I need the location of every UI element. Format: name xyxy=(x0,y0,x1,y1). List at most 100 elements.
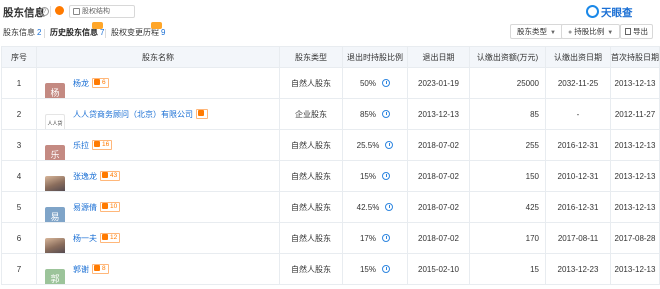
col-header-name: 股东名称 xyxy=(36,46,280,68)
related-count-badge[interactable]: 43 xyxy=(100,171,121,181)
related-count-badge[interactable]: 12 xyxy=(100,233,121,243)
table-row: 7 郭 郭谢 8 自然人股东 15% 2015-02-10 15 2013-12… xyxy=(1,253,660,285)
subscribe-date: 2017-08-11 xyxy=(545,222,611,254)
exit-ratio: 50% xyxy=(359,78,376,88)
shareholder-name-link[interactable]: 人人贷商务顾问（北京）有限公司 xyxy=(73,109,193,120)
clock-icon[interactable] xyxy=(382,171,390,180)
person-icon xyxy=(94,141,100,147)
col-header-exit-date: 退出日期 xyxy=(407,46,470,68)
shareholder-type: 自然人股东 xyxy=(279,253,343,285)
table-row: 2 人人贷 人人贷商务顾问（北京）有限公司 企业股东 85% 2013-12-1… xyxy=(1,98,660,130)
row-index: 3 xyxy=(1,129,37,161)
chevron-down-icon: ▼ xyxy=(607,30,614,36)
shareholder-cell: 杨 杨龙 6 xyxy=(36,67,280,99)
dropdown-label: 股东类型 xyxy=(517,27,547,36)
avatar: 易 xyxy=(45,206,65,222)
subscribed-amount: 255 xyxy=(469,129,546,161)
shareholder-name-link[interactable]: 杨龙 xyxy=(73,78,89,89)
person-icon xyxy=(94,79,100,85)
first-hold-date: 2013-12-13 xyxy=(610,160,660,192)
vip-tag-icon xyxy=(151,22,162,29)
tab-count: 9 xyxy=(161,28,166,37)
shareholder-name-link[interactable]: 杨一夫 xyxy=(73,233,97,244)
shareholder-cell: 杨一夫 12 xyxy=(36,222,280,254)
shareholder-name-wrap: 杨 杨龙 6 xyxy=(38,78,279,98)
exit-ratio-cell: 42.5% xyxy=(342,191,408,223)
related-count-badge[interactable]: 6 xyxy=(92,78,109,88)
first-hold-date: 2017-08-28 xyxy=(610,222,660,254)
export-button[interactable]: 导出 xyxy=(620,24,653,39)
table-row: 3 乐 乐拉 16 自然人股东 25.5% 2018-07-02 255 201… xyxy=(1,129,660,161)
col-header-index: 序号 xyxy=(1,46,37,68)
badge-count: 6 xyxy=(102,79,106,86)
shareholder-type-dropdown[interactable]: 股东类型 ▼ xyxy=(510,24,563,39)
first-hold-date: 2013-12-13 xyxy=(610,129,660,161)
clock-icon[interactable] xyxy=(385,202,394,211)
tab-equity-change-history[interactable]: 股权变更历程 9 xyxy=(111,22,166,38)
subscribe-date: 2016-12-31 xyxy=(545,129,611,161)
exit-date: 2018-07-02 xyxy=(407,160,470,192)
shareholder-name-wrap: 郭 郭谢 8 xyxy=(38,264,279,284)
row-index: 6 xyxy=(1,222,37,254)
help-icon[interactable]: ? xyxy=(40,7,49,16)
table-row: 6 杨一夫 12 自然人股东 17% 2018-07-02 170 2017-0… xyxy=(1,222,660,254)
exit-date: 2018-07-02 xyxy=(407,222,470,254)
tab-divider xyxy=(44,29,45,38)
clock-icon[interactable] xyxy=(382,109,390,118)
export-icon xyxy=(625,28,631,35)
table-row: 5 易 易源倩 10 自然人股东 42.5% 2018-07-02 425 20… xyxy=(1,191,660,223)
exit-ratio-cell: 15% xyxy=(342,253,408,285)
exit-ratio: 15% xyxy=(359,171,376,181)
company-logo: 人人贷 xyxy=(45,113,65,129)
exit-ratio: 85% xyxy=(359,109,376,119)
tab-shareholders[interactable]: 股东信息 2 xyxy=(3,27,41,38)
row-index: 5 xyxy=(1,191,37,223)
section-title: 股东信息 xyxy=(3,7,45,19)
shareholder-name-wrap: 人人贷 人人贷商务顾问（北京）有限公司 xyxy=(38,109,279,129)
shareholder-name-wrap: 张逸龙 43 xyxy=(38,171,279,191)
col-header-exit-ratio: 退出时持股比例 xyxy=(342,46,408,68)
exit-ratio-cell: 15% xyxy=(342,160,408,192)
subscribe-date: 2013-12-23 xyxy=(545,253,611,285)
avatar: 杨 xyxy=(45,82,65,98)
shareholder-cell: 郭 郭谢 8 xyxy=(36,253,280,285)
subscribed-amount: 170 xyxy=(469,222,546,254)
subscribed-amount: 85 xyxy=(469,98,546,130)
equity-structure-button[interactable]: 股权结构 xyxy=(69,5,135,18)
shareholder-cell: 人人贷 人人贷商务顾问（北京）有限公司 xyxy=(36,98,280,130)
shareholder-name-link[interactable]: 郭谢 xyxy=(73,264,89,275)
logo-text: 天眼查 xyxy=(601,7,633,19)
row-index: 7 xyxy=(1,253,37,285)
shareholder-name-link[interactable]: 易源倩 xyxy=(73,202,97,213)
shareholder-cell: 易 易源倩 10 xyxy=(36,191,280,223)
shareholder-name-wrap: 易 易源倩 10 xyxy=(38,202,279,222)
logo-icon xyxy=(586,5,599,18)
clock-icon[interactable] xyxy=(382,264,390,273)
col-header-amount: 认缴出资额(万元) xyxy=(469,46,546,68)
equity-structure-label: 股权结构 xyxy=(82,8,110,15)
related-count-badge[interactable]: 8 xyxy=(92,264,109,274)
related-count-badge[interactable] xyxy=(196,109,208,119)
related-count-badge[interactable]: 10 xyxy=(100,202,121,212)
first-hold-date: 2013-12-13 xyxy=(610,67,660,99)
shareholder-name-link[interactable]: 张逸龙 xyxy=(73,171,97,182)
ratio-dropdown[interactable]: ● 持股比例 ▼ xyxy=(561,24,621,39)
table-header-row: 序号 股东名称 股东类型 退出时持股比例 退出日期 认缴出资额(万元) 认缴出资… xyxy=(1,46,660,68)
shareholder-name-link[interactable]: 乐拉 xyxy=(73,140,89,151)
clock-icon[interactable] xyxy=(382,78,390,87)
first-hold-date: 2012-11-27 xyxy=(610,98,660,130)
subscribe-date: 2010-12-31 xyxy=(545,160,611,192)
exit-ratio: 17% xyxy=(359,233,376,243)
exit-date: 2018-07-02 xyxy=(407,129,470,161)
historical-shareholders-table: 序号 股东名称 股东类型 退出时持股比例 退出日期 认缴出资额(万元) 认缴出资… xyxy=(1,46,660,285)
clock-icon[interactable] xyxy=(385,140,394,149)
badge-count: 8 xyxy=(102,265,106,272)
badge-count: 12 xyxy=(110,234,118,241)
clock-icon[interactable] xyxy=(382,233,390,242)
related-count-badge[interactable]: 16 xyxy=(92,140,113,150)
col-header-type: 股东类型 xyxy=(279,46,343,68)
subscribed-amount: 25000 xyxy=(469,67,546,99)
shareholder-type: 自然人股东 xyxy=(279,222,343,254)
tab-historical-shareholders[interactable]: 历史股东信息 7 xyxy=(50,22,104,38)
tab-label: 股权变更历程 xyxy=(111,28,159,37)
